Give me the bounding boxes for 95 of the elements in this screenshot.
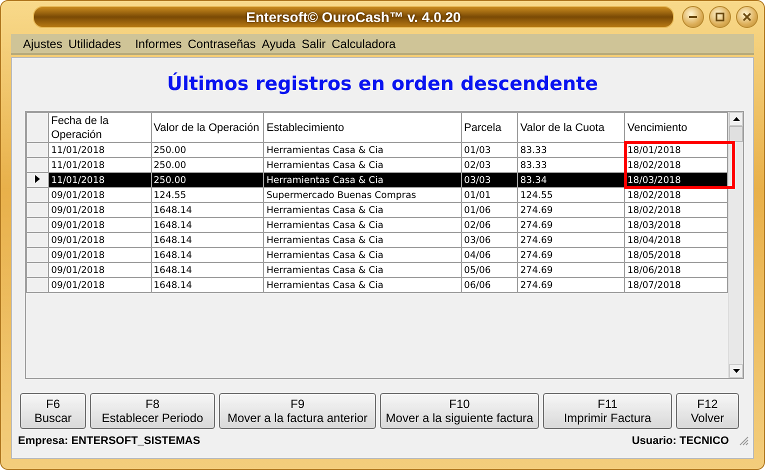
table-cell: 1648.14 xyxy=(151,262,264,278)
table-cell: 03/03 xyxy=(462,172,518,188)
table-cell: 1648.14 xyxy=(151,218,264,232)
table-cell: Herramientas Casa & Cia xyxy=(264,278,462,292)
table-cell: 124.55 xyxy=(518,188,625,202)
column-header[interactable]: Vencimiento xyxy=(624,112,728,142)
menu-item[interactable]: Ayuda xyxy=(262,36,296,50)
table-cell: 18/04/2018 xyxy=(624,232,728,248)
scroll-down-button[interactable] xyxy=(729,364,743,378)
function-button[interactable]: F6 Buscar xyxy=(20,393,86,429)
table-cell: Herramientas Casa & Cia xyxy=(264,248,462,262)
table-cell: 274.69 xyxy=(518,202,625,218)
table-cell: 1648.14 xyxy=(151,248,264,262)
down-arrow-icon xyxy=(732,369,740,373)
table-cell: 11/01/2018 xyxy=(48,158,152,172)
table-cell: 01/01 xyxy=(462,188,518,202)
up-arrow-icon xyxy=(732,117,740,121)
column-header[interactable]: Fecha de la Operación xyxy=(48,112,152,142)
table-cell: 02/03 xyxy=(462,158,518,172)
user-label: Usuario: TECNICO xyxy=(632,435,729,447)
table-cell: Herramientas Casa & Cia xyxy=(264,202,462,218)
function-button[interactable]: F10 Mover a la siguiente factura xyxy=(380,393,539,429)
row-header[interactable] xyxy=(26,172,49,188)
table-cell: 83.33 xyxy=(518,142,625,158)
scroll-up-button[interactable] xyxy=(729,112,743,126)
table-cell: Herramientas Casa & Cia xyxy=(264,262,462,278)
table-cell: 1648.14 xyxy=(151,232,264,248)
function-button[interactable]: F8 Establecer Periodo xyxy=(90,393,215,429)
table-cell: 250.00 xyxy=(151,158,264,172)
window-title: Entersoft© OuroCash™ v. 4.0.20 xyxy=(246,8,461,24)
table-cell: 274.69 xyxy=(518,218,625,232)
menu-item[interactable]: Salir xyxy=(302,36,326,50)
maximize-icon xyxy=(715,12,725,22)
table-cell: Herramientas Casa & Cia xyxy=(264,232,462,248)
close-button[interactable] xyxy=(736,6,758,28)
table-cell: Herramientas Casa & Cia xyxy=(264,218,462,232)
current-row-icon xyxy=(35,174,40,182)
column-header[interactable]: Valor de la Cuota xyxy=(518,112,625,142)
function-button[interactable]: F12 Volver xyxy=(676,393,739,429)
table-cell: 09/01/2018 xyxy=(48,262,152,278)
column-header[interactable]: Establecimiento xyxy=(264,112,462,142)
table-cell: 83.33 xyxy=(518,158,625,172)
resize-grip-icon[interactable] xyxy=(739,436,749,446)
table-cell: 09/01/2018 xyxy=(48,232,152,248)
function-button[interactable]: F11 Imprimir Factura xyxy=(543,393,672,429)
table-cell: 05/06 xyxy=(462,262,518,278)
table-cell: 06/06 xyxy=(462,278,518,292)
table-cell: 11/01/2018 xyxy=(48,172,152,188)
vertical-scrollbar[interactable] xyxy=(728,112,743,378)
table-cell: 01/06 xyxy=(462,202,518,218)
table-cell: 18/05/2018 xyxy=(624,248,728,262)
table-cell: 09/01/2018 xyxy=(48,248,152,262)
menu-item[interactable]: Informes xyxy=(135,36,182,50)
table-cell: 274.69 xyxy=(518,232,625,248)
close-icon xyxy=(742,12,752,22)
menu-item[interactable]: Utilidades xyxy=(68,36,122,50)
table-cell: 01/03 xyxy=(462,142,518,158)
table-cell: 09/01/2018 xyxy=(48,278,152,292)
table-cell: 1648.14 xyxy=(151,202,264,218)
table-cell: Herramientas Casa & Cia xyxy=(264,158,462,172)
table-cell: 02/06 xyxy=(462,218,518,232)
table-cell: Herramientas Casa & Cia xyxy=(264,172,462,188)
table-cell: 09/01/2018 xyxy=(48,188,152,202)
table-cell: 250.00 xyxy=(151,142,264,158)
table-cell: 83.34 xyxy=(518,172,625,188)
scroll-thumb[interactable] xyxy=(729,126,743,142)
column-header[interactable]: Parcela xyxy=(462,112,518,142)
function-button[interactable]: F9 Mover a la factura anterior xyxy=(219,393,376,429)
table-cell: 18/02/2018 xyxy=(624,158,728,172)
table-cell: 11/01/2018 xyxy=(48,142,152,158)
menu-item[interactable]: Ajustes xyxy=(23,36,62,50)
table-cell: 124.55 xyxy=(151,188,264,202)
table-cell: 09/01/2018 xyxy=(48,202,152,218)
menu-item[interactable]: Contraseñas xyxy=(188,36,256,50)
page-heading: Últimos registros en orden descendente xyxy=(166,73,599,97)
table-cell: 250.00 xyxy=(151,172,264,188)
table-cell: 18/06/2018 xyxy=(624,262,728,278)
minimize-button[interactable] xyxy=(682,6,704,28)
table-cell: 04/06 xyxy=(462,248,518,262)
maximize-button[interactable] xyxy=(709,6,731,28)
column-header[interactable]: Valor de la Operación xyxy=(151,112,264,142)
minimize-icon xyxy=(689,16,697,18)
table-cell: 03/06 xyxy=(462,232,518,248)
table-cell: 09/01/2018 xyxy=(48,218,152,232)
company-label: Empresa: ENTERSOFT_SISTEMAS xyxy=(18,435,200,447)
table-cell: 18/07/2018 xyxy=(624,278,728,292)
table-cell: 274.69 xyxy=(518,248,625,262)
table-cell: Herramientas Casa & Cia xyxy=(264,142,462,158)
menu-item[interactable]: Calculadora xyxy=(332,36,396,50)
table-cell: 1648.14 xyxy=(151,278,264,292)
table-cell: 274.69 xyxy=(518,262,625,278)
table-cell: Supermercado Buenas Compras xyxy=(264,188,462,202)
table-cell: 18/03/2018 xyxy=(624,218,728,232)
table-cell: 274.69 xyxy=(518,278,625,292)
table-cell: 18/02/2018 xyxy=(624,202,728,218)
